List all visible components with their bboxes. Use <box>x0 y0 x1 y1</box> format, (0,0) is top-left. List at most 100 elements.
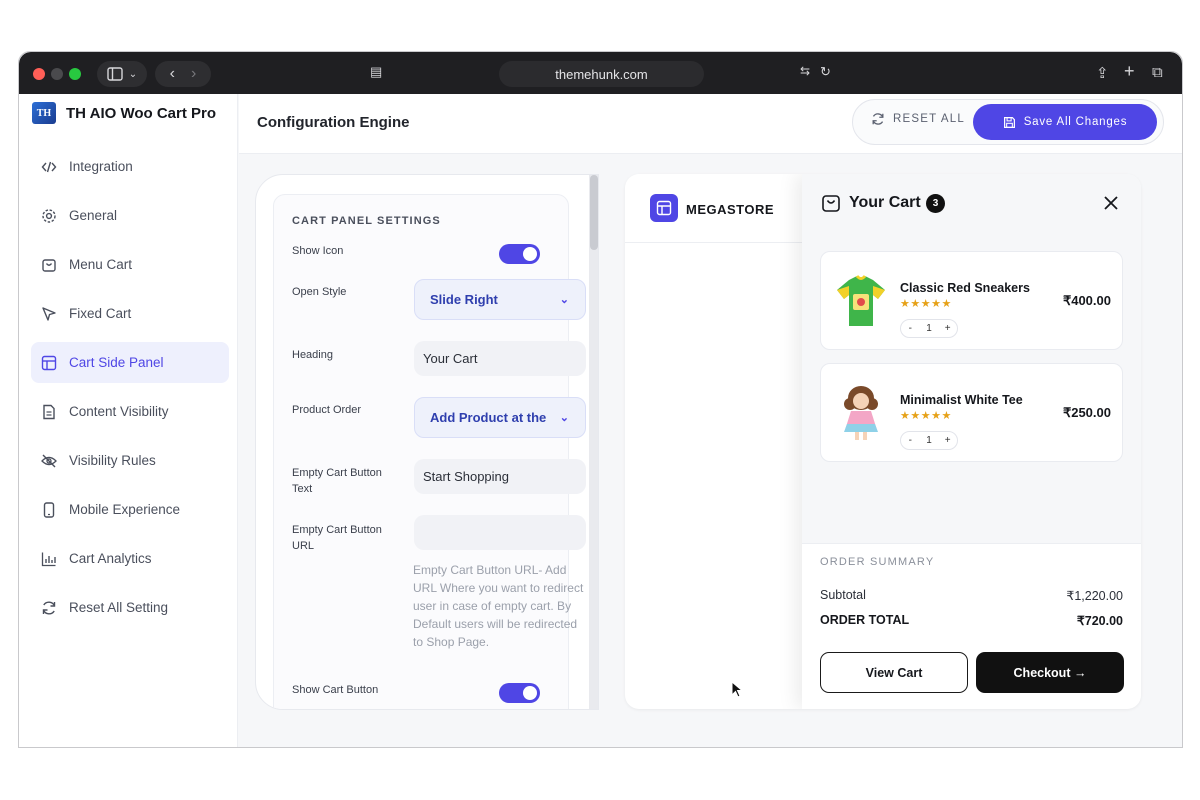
open-style-select[interactable]: Slide Right ⌄ <box>414 279 586 320</box>
scrollbar-thumb[interactable] <box>590 175 598 250</box>
browser-toolbar: ⌄ ‹ › ▤ themehunk.com ⇆ ↻ ⇪ + ⧉ <box>19 52 1182 94</box>
reload-icon[interactable]: ↻ <box>820 64 831 80</box>
page-title: Configuration Engine <box>257 114 410 131</box>
sidebar-item-general[interactable]: General <box>31 195 229 236</box>
brand: TH TH AIO Woo Cart Pro <box>32 102 216 124</box>
cart-item: Minimalist White Tee ★★★★★ ₹250.00 - 1 + <box>820 363 1123 462</box>
sidebar-item-label: Mobile Experience <box>69 502 181 517</box>
sidebar-item-cart-side-panel[interactable]: Cart Side Panel <box>31 342 229 383</box>
sidebar-item-reset-all-setting[interactable]: Reset All Setting <box>31 587 229 628</box>
item-price: ₹400.00 <box>1062 293 1111 308</box>
mouse-cursor-icon <box>731 681 743 698</box>
side-cart-panel: Your Cart 3 Classic Red Sneakers ★★★★★ ₹… <box>802 174 1141 709</box>
item-name: Minimalist White Tee <box>900 393 1023 407</box>
cart-count-badge: 3 <box>926 194 945 213</box>
tabs-overview-icon[interactable]: ⧉ <box>1152 64 1163 81</box>
cart-header: Your Cart 3 <box>802 174 1141 234</box>
decrease-button[interactable]: - <box>903 435 917 446</box>
order-total-label: ORDER TOTAL <box>820 613 910 627</box>
show-icon-toggle[interactable] <box>499 244 540 264</box>
subtotal-label: Subtotal <box>820 588 866 602</box>
code-icon <box>41 159 57 175</box>
store-logo-icon <box>650 194 678 222</box>
quantity-stepper: - 1 + <box>900 431 958 450</box>
save-all-changes-label: Save All Changes <box>1023 116 1128 128</box>
sidebar-item-menu-cart[interactable]: Menu Cart <box>31 244 229 285</box>
store-name: MEGASTORE <box>686 202 775 217</box>
close-icon[interactable] <box>1101 193 1121 213</box>
reset-all-button[interactable]: RESET ALL <box>871 112 965 126</box>
show-icon-label: Show Icon <box>292 245 344 257</box>
sidebar-item-visibility-rules[interactable]: Visibility Rules <box>31 440 229 481</box>
document-icon <box>41 404 57 420</box>
sidebar-item-cart-analytics[interactable]: Cart Analytics <box>31 538 229 579</box>
address-bar[interactable]: themehunk.com <box>499 61 704 87</box>
forward-icon[interactable]: › <box>191 65 196 83</box>
sidebar-item-fixed-cart[interactable]: Fixed Cart <box>31 293 229 334</box>
chevron-down-icon: ⌄ <box>128 68 138 80</box>
phone-icon <box>41 501 57 518</box>
cart-item: Classic Red Sneakers ★★★★★ ₹400.00 - 1 + <box>820 251 1123 350</box>
sidebar-item-label: Visibility Rules <box>69 453 156 468</box>
empty-cart-button-url-help: Empty Cart Button URL- Add URL Where you… <box>413 563 584 649</box>
sidebar-item-label: Fixed Cart <box>69 306 132 321</box>
sidebar-item-label: Cart Side Panel <box>69 355 164 370</box>
sidebar-item-label: Integration <box>69 159 133 174</box>
minimize-window-button[interactable] <box>51 68 63 80</box>
share-icon[interactable]: ⇪ <box>1096 64 1109 82</box>
bag-icon <box>41 257 57 273</box>
sidebar-item-integration[interactable]: Integration <box>31 146 229 187</box>
sidebar-item-label: Cart Analytics <box>69 551 152 566</box>
subtotal-value: ₹1,220.00 <box>1066 589 1123 603</box>
open-style-label: Open Style <box>292 286 347 298</box>
item-name: Classic Red Sneakers <box>900 281 1030 295</box>
product-image-green-tshirt <box>837 274 885 326</box>
save-all-changes-button[interactable]: Save All Changes <box>973 104 1157 140</box>
product-image-doll <box>844 386 878 440</box>
brand-title: TH AIO Woo Cart Pro <box>66 104 216 122</box>
open-style-value: Slide Right <box>430 292 498 307</box>
sidebar-item-label: Content Visibility <box>69 404 169 419</box>
close-window-button[interactable] <box>33 68 45 80</box>
settings-panel: CART PANEL SETTINGS Show Icon Open Style… <box>255 174 599 710</box>
product-order-select[interactable]: Add Product at the ⌄ <box>414 397 586 438</box>
increase-button[interactable]: + <box>941 435 955 446</box>
layout-icon <box>41 355 57 371</box>
empty-cart-button-url-input[interactable] <box>414 515 586 550</box>
zoom-window-button[interactable] <box>69 68 81 80</box>
empty-cart-button-url-label: Empty Cart Button URL <box>292 524 382 552</box>
app: TH TH AIO Woo Cart Pro Integration Gener… <box>19 94 1182 747</box>
back-icon[interactable]: ‹ <box>170 65 175 83</box>
history-nav: ‹ › <box>155 61 211 87</box>
save-icon <box>1003 116 1015 128</box>
show-cart-button-toggle[interactable] <box>499 683 540 703</box>
sidebar-item-mobile-experience[interactable]: Mobile Experience <box>31 489 229 530</box>
cart-title: Your Cart <box>849 194 921 211</box>
empty-cart-button-text-input[interactable]: Start Shopping <box>414 459 586 494</box>
sidebar-item-label: Menu Cart <box>69 257 133 272</box>
page-icon[interactable]: ▤ <box>370 64 382 80</box>
product-order-label: Product Order <box>292 404 362 416</box>
sidebar-item-content-visibility[interactable]: Content Visibility <box>31 391 229 432</box>
sidebar: TH TH AIO Woo Cart Pro Integration Gener… <box>19 94 238 747</box>
increase-button[interactable]: + <box>941 323 955 334</box>
translate-icon[interactable]: ⇆ <box>800 64 810 78</box>
quantity-value: 1 <box>926 435 932 446</box>
header-actions: RESET ALL Save All Changes <box>852 99 1164 145</box>
settings-scrollbar[interactable] <box>589 175 598 709</box>
decrease-button[interactable]: - <box>903 323 917 334</box>
view-cart-button[interactable]: View Cart <box>820 652 968 693</box>
heading-input-value: Your Cart <box>423 351 478 366</box>
eye-off-icon <box>41 453 57 469</box>
page-header: Configuration Engine RESET ALL Save All … <box>239 94 1182 154</box>
heading-input[interactable]: Your Cart <box>414 341 586 376</box>
checkout-button[interactable]: Checkout → <box>976 652 1124 693</box>
gear-icon <box>41 208 57 224</box>
refresh-icon <box>872 113 884 125</box>
new-tab-icon[interactable]: + <box>1124 61 1135 82</box>
star-rating: ★★★★★ <box>900 410 952 422</box>
sidebar-toggle-button[interactable]: ⌄ <box>97 61 147 87</box>
chevron-down-icon: ⌄ <box>559 412 569 424</box>
quantity-value: 1 <box>926 323 932 334</box>
reset-all-label: RESET ALL <box>893 113 965 125</box>
